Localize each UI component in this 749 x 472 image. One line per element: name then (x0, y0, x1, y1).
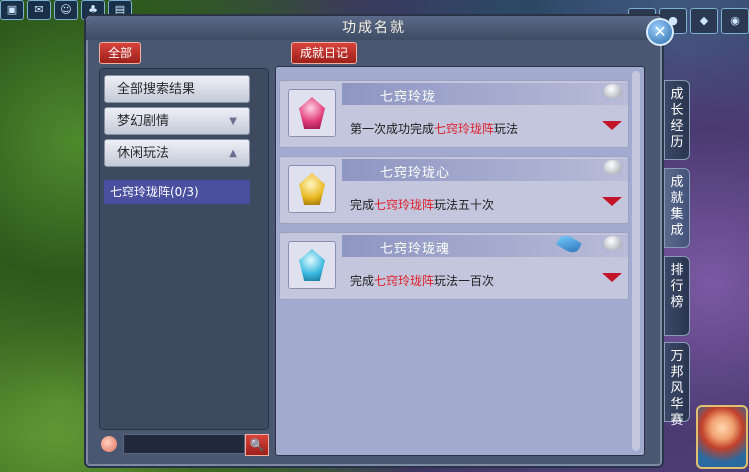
red-gem-icon (299, 97, 325, 129)
desc-text: 第一次成功完成 (350, 122, 435, 136)
desc-highlight: 七窍玲珑阵 (374, 274, 435, 288)
expand-icon[interactable] (602, 273, 622, 282)
peach-icon (101, 436, 117, 452)
close-button[interactable]: ✕ (646, 18, 674, 46)
achievement-description: 第一次成功完成七窍玲珑阵玩法 (350, 120, 518, 137)
achievement-icon-frame (288, 241, 336, 289)
category-label: 梦幻剧情 (117, 114, 170, 129)
gold-gem-icon (299, 173, 325, 205)
desc-text: 玩法一百次 (434, 274, 495, 288)
achievement-panel: 功成名就 ✕ 全部 成就日记 全部搜索结果 梦幻剧情 ▼ 休闲玩法 ▲ 七窍玲珑… (84, 14, 674, 468)
share-icon[interactable] (604, 84, 622, 98)
hud-scroll-icon[interactable]: ✉ (27, 0, 51, 20)
search-button[interactable]: 🔍 (245, 434, 269, 456)
tab-achievements[interactable]: 成就集成 (664, 168, 690, 248)
panel-title: 功成名就 (342, 20, 406, 36)
desc-highlight: 七窍玲珑阵 (434, 122, 495, 136)
tab-growth-history[interactable]: 成长经历 (664, 80, 690, 160)
expand-icon[interactable] (602, 197, 622, 206)
desc-text: 玩法 (494, 122, 519, 136)
tab-wanbang-contest[interactable]: 万邦风华赛 (664, 342, 690, 428)
chevron-down-icon: ▼ (229, 116, 237, 127)
category-label: 全部搜索结果 (117, 82, 196, 97)
share-icon[interactable] (604, 160, 622, 174)
search-input[interactable] (123, 434, 245, 454)
player-avatar[interactable] (696, 405, 748, 469)
achievement-title: 七窍玲珑 (380, 90, 437, 105)
achievement-title: 七窍玲珑魂 (380, 242, 451, 257)
desc-text: 完成 (350, 274, 375, 288)
hud-team-icon[interactable]: ☺ (54, 0, 78, 20)
achievement-description: 完成七窍玲珑阵玩法一百次 (350, 272, 494, 289)
achievement-icon-frame (288, 165, 336, 213)
panel-title-bar: 功成名就 (86, 16, 662, 40)
achievement-title: 七窍玲珑心 (380, 166, 451, 181)
subcategory-selected[interactable]: 七窍玲珑阵(0/3) (104, 180, 250, 204)
achievement-diary-button[interactable]: 成就日记 (291, 42, 358, 64)
desc-text: 完成 (350, 198, 375, 212)
desc-text: 玩法五十次 (434, 198, 495, 212)
category-pane: 全部搜索结果 梦幻剧情 ▼ 休闲玩法 ▲ 七窍玲珑阵(0/3) (99, 68, 269, 430)
cyan-gem-icon (299, 249, 325, 281)
scrollbar[interactable] (632, 71, 640, 451)
all-button[interactable]: 全部 (99, 42, 142, 64)
share-icon[interactable] (604, 236, 622, 250)
chevron-up-icon: ▲ (229, 148, 237, 159)
achievement-entry: 七窍玲珑 第一次成功完成七窍玲珑阵玩法 (279, 80, 629, 148)
achievement-entry: 七窍玲珑心 完成七窍玲珑阵玩法五十次 (279, 156, 629, 224)
hud-extra-icon[interactable]: ◉ (721, 8, 749, 34)
hud-map-icon[interactable]: ▣ (0, 0, 24, 20)
achievement-description: 完成七窍玲珑阵玩法五十次 (350, 196, 494, 213)
category-story[interactable]: 梦幻剧情 ▼ (104, 107, 250, 135)
desc-highlight: 七窍玲珑阵 (374, 198, 435, 212)
hud-gem-icon[interactable]: ◆ (690, 8, 718, 34)
expand-icon[interactable] (602, 121, 622, 130)
tab-ranking[interactable]: 排行榜 (664, 256, 690, 336)
category-label: 休闲玩法 (117, 146, 170, 161)
category-leisure[interactable]: 休闲玩法 ▲ (104, 139, 250, 167)
category-all-results[interactable]: 全部搜索结果 (104, 75, 250, 103)
achievement-list: 七窍玲珑 第一次成功完成七窍玲珑阵玩法 七窍玲珑心 完成七窍玲珑阵玩法五十次 七… (275, 66, 645, 456)
achievement-icon-frame (288, 89, 336, 137)
